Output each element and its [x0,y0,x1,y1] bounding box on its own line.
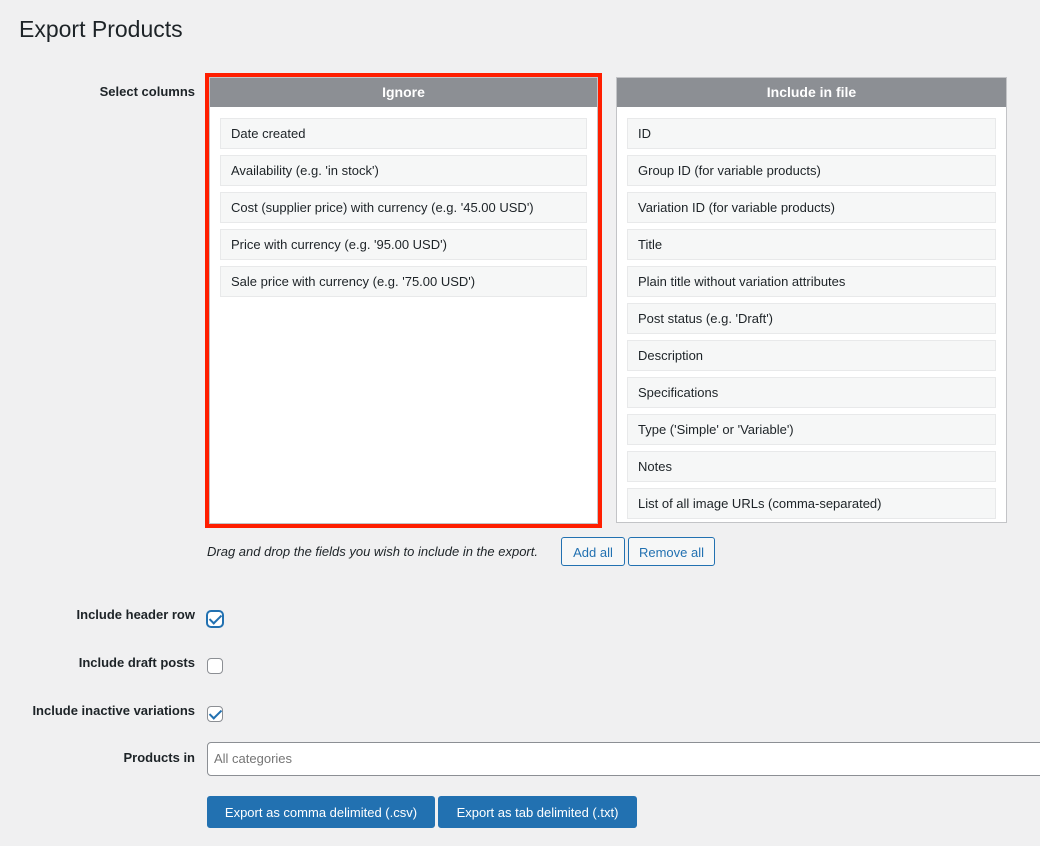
field-item[interactable]: List of all image URLs (comma-separated) [627,488,996,519]
field-item[interactable]: ID [627,118,996,149]
drag-drop-helper-text: Drag and drop the fields you wish to inc… [207,544,538,559]
field-item[interactable]: Plain title without variation attributes [627,266,996,297]
include-inactive-variations-label: Include inactive variations [32,703,195,718]
field-item[interactable]: Price with currency (e.g. '95.00 USD') [220,229,587,260]
field-item[interactable]: Cost (supplier price) with currency (e.g… [220,192,587,223]
field-item[interactable]: Notes [627,451,996,482]
field-item[interactable]: Type ('Simple' or 'Variable') [627,414,996,445]
field-item[interactable]: Description [627,340,996,371]
include-inactive-variations-checkbox[interactable] [207,706,223,722]
include-draft-posts-checkbox[interactable] [207,658,223,674]
product-category-select[interactable]: All categories [207,742,1040,776]
field-item[interactable]: Specifications [627,377,996,408]
field-item[interactable]: Post status (e.g. 'Draft') [627,303,996,334]
remove-all-button[interactable]: Remove all [628,537,715,566]
include-header-row-label: Include header row [76,607,195,622]
include-header-row-checkbox[interactable] [207,611,223,627]
field-item[interactable]: Group ID (for variable products) [627,155,996,186]
field-item[interactable]: Date created [220,118,587,149]
export-txt-button[interactable]: Export as tab delimited (.txt) [438,796,637,828]
ignore-panel[interactable]: Ignore Date created Availability (e.g. '… [205,73,602,528]
include-panel-title: Include in file [617,78,1006,107]
field-item[interactable]: Sale price with currency (e.g. '75.00 US… [220,266,587,297]
products-in-label: Products in [123,750,195,765]
include-draft-posts-label: Include draft posts [78,655,195,670]
add-all-button[interactable]: Add all [561,537,625,566]
select-columns-label: Select columns [99,84,195,99]
field-item[interactable]: Availability (e.g. 'in stock') [220,155,587,186]
ignore-field-list[interactable]: Date created Availability (e.g. 'in stoc… [210,107,597,297]
field-item[interactable]: Title [627,229,996,260]
export-csv-button[interactable]: Export as comma delimited (.csv) [207,796,435,828]
field-item[interactable]: Variation ID (for variable products) [627,192,996,223]
page-title: Export Products [19,16,183,42]
include-panel[interactable]: Include in file ID Group ID (for variabl… [616,77,1007,523]
include-field-list[interactable]: ID Group ID (for variable products) Vari… [617,107,1006,519]
ignore-panel-title: Ignore [210,78,597,107]
